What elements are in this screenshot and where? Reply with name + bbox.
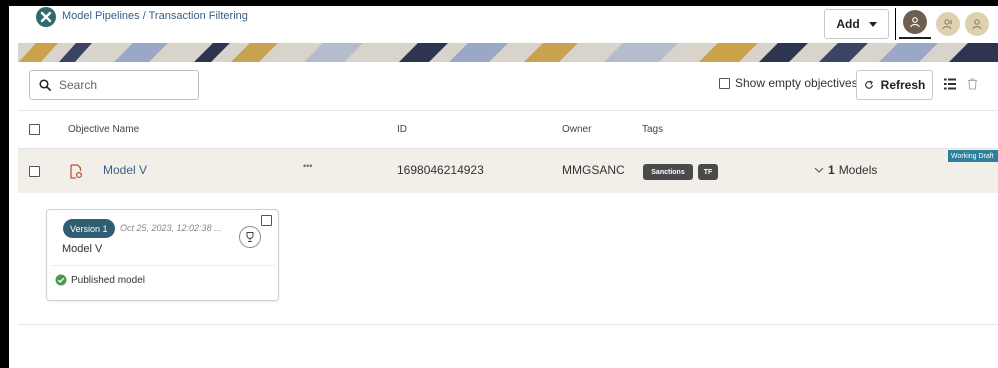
column-header-tags[interactable]: Tags <box>642 124 663 135</box>
breadcrumb[interactable]: Model Pipelines / Transaction Filtering <box>62 10 248 22</box>
active-avatar-indicator <box>899 37 931 39</box>
user-avatar-secondary[interactable] <box>965 12 989 36</box>
search-box[interactable] <box>29 70 199 100</box>
user-avatar[interactable] <box>936 12 960 36</box>
toolbar-divider <box>18 110 998 111</box>
objective-name-link[interactable]: Model V <box>103 163 147 177</box>
models-expand-toggle[interactable]: 1 Models <box>814 163 877 177</box>
column-header-objective-name[interactable]: Objective Name <box>68 124 139 135</box>
model-file-icon <box>70 164 83 179</box>
model-version-card[interactable]: Version 1 Oct 25, 2023, 12:02:38 ... Mod… <box>46 209 279 301</box>
content-bottom-divider <box>18 324 998 325</box>
user-avatar-active[interactable] <box>903 10 927 34</box>
version-model-name: Model V <box>62 243 103 255</box>
delete-icon[interactable] <box>967 78 978 90</box>
list-view-icon[interactable] <box>944 78 956 90</box>
published-status: Published model <box>55 274 145 286</box>
decorative-banner <box>18 43 998 63</box>
working-draft-badge: Working Draft <box>948 150 998 162</box>
page-header: Model Pipelines / Transaction Filtering … <box>9 6 998 42</box>
chevron-down-icon <box>868 21 877 27</box>
chevron-down-icon <box>814 167 824 173</box>
trophy-icon <box>246 232 254 242</box>
version-badge: Version 1 <box>63 219 115 238</box>
refresh-icon <box>864 80 873 89</box>
models-count: 1 <box>828 163 835 177</box>
frame-border-left <box>0 0 9 368</box>
show-empty-checkbox[interactable] <box>719 77 730 89</box>
search-input[interactable] <box>59 78 179 92</box>
row-checkbox[interactable] <box>29 166 40 177</box>
published-status-label: Published model <box>71 274 145 286</box>
tag-tf[interactable]: TF <box>698 164 718 180</box>
user-outline-icon <box>972 19 982 30</box>
objectives-panel: Show empty objectives Refresh Objective … <box>18 62 998 368</box>
refresh-label: Refresh <box>880 78 926 92</box>
refresh-button[interactable]: Refresh <box>856 70 933 100</box>
champion-button[interactable] <box>239 226 261 248</box>
show-empty-label: Show empty objectives <box>735 76 858 90</box>
column-header-owner[interactable]: Owner <box>562 124 591 135</box>
add-button-label: Add <box>836 17 860 31</box>
search-icon <box>39 79 51 91</box>
row-actions-menu[interactable]: ••• <box>303 161 312 171</box>
version-card-divider <box>51 265 275 266</box>
objective-owner: MMGSANC <box>562 163 625 177</box>
models-label: Models <box>838 163 878 177</box>
version-date: Oct 25, 2023, 12:02:38 ... <box>120 223 222 233</box>
app-frame: Model Pipelines / Transaction Filtering … <box>0 0 998 368</box>
users-icon <box>942 19 952 30</box>
add-button[interactable]: Add <box>824 9 889 39</box>
version-checkbox[interactable] <box>261 215 272 226</box>
tag-sanctions[interactable]: Sanctions <box>643 164 693 180</box>
objective-id: 1698046214923 <box>397 163 484 177</box>
app-logo-icon[interactable] <box>36 7 56 27</box>
header-divider <box>895 8 896 40</box>
select-all-checkbox[interactable] <box>29 124 40 135</box>
user-icon <box>910 17 920 28</box>
show-empty-objectives[interactable]: Show empty objectives <box>719 76 858 90</box>
column-header-id[interactable]: ID <box>397 124 407 135</box>
check-circle-icon <box>55 274 67 286</box>
